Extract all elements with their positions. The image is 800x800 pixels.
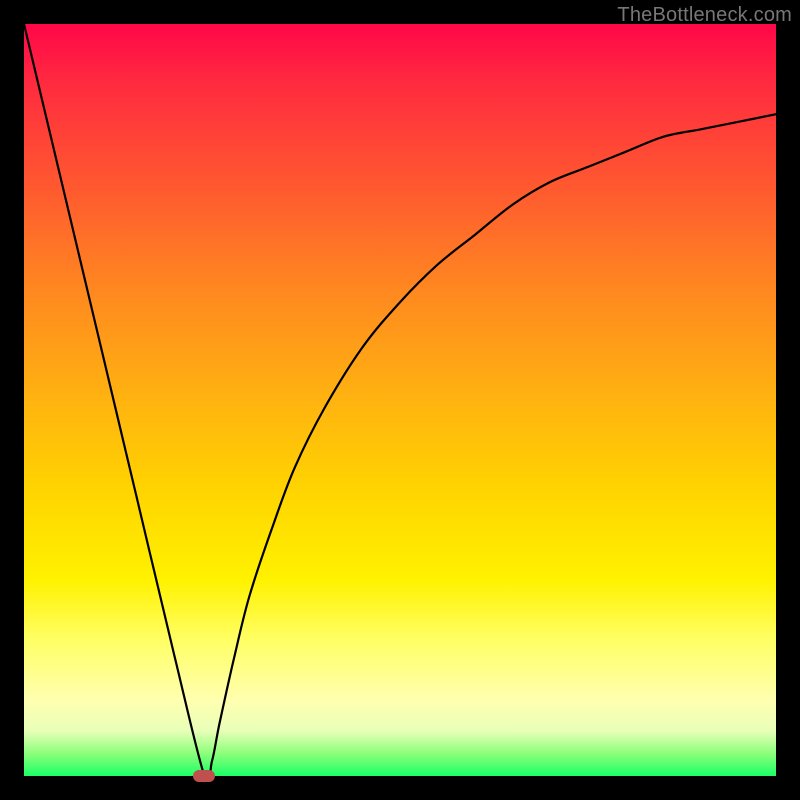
curve-svg bbox=[24, 24, 776, 776]
plot-area bbox=[24, 24, 776, 776]
chart-frame: TheBottleneck.com bbox=[0, 0, 800, 800]
bottleneck-curve bbox=[24, 24, 776, 776]
watermark-text: TheBottleneck.com bbox=[617, 4, 792, 27]
minimum-marker bbox=[193, 770, 215, 782]
